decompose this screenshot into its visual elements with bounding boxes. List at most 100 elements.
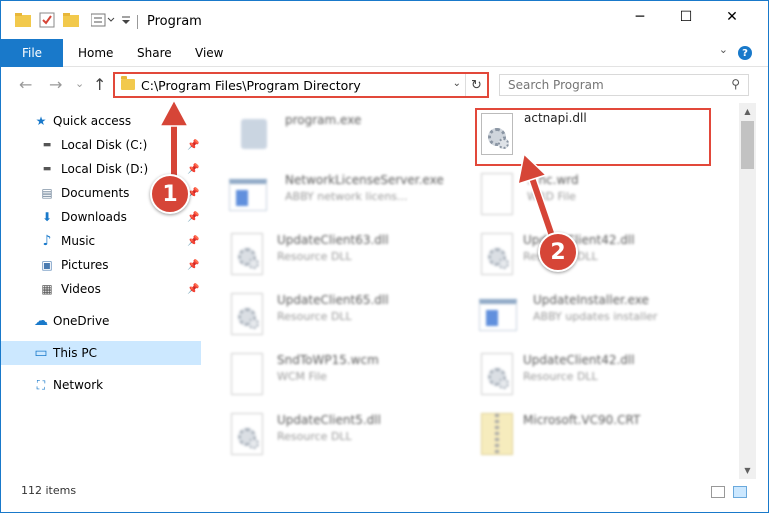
file-type: WRD File [527, 190, 576, 203]
tab-view[interactable]: View [195, 39, 223, 67]
search-input[interactable] [508, 77, 708, 93]
pin-icon: 📌 [187, 211, 200, 223]
folder-icon [121, 76, 135, 90]
callout-1: 1 [150, 174, 190, 214]
navigation-pane: ★ Quick access ▬ Local Disk (C:) 📌 ▬ Loc… [1, 103, 207, 479]
sidebar-item-label: This PC [53, 346, 97, 360]
file-item[interactable]: UpdateClient42.dll Resource DLL [477, 229, 717, 285]
window-title: Program [147, 14, 202, 29]
search-icon[interactable]: ⚲ [731, 77, 740, 91]
properties-icon[interactable] [39, 11, 55, 29]
file-icon [227, 353, 267, 397]
up-button[interactable]: ↑ [93, 75, 106, 94]
maximize-button[interactable]: ☐ [663, 1, 709, 33]
address-bar[interactable]: C:\Program Files\Program Directory ⌄ ↻ [113, 72, 489, 98]
file-item[interactable]: SndToWP15.wcm WCM File [227, 349, 467, 405]
exe-file-icon [233, 113, 273, 157]
file-name: UpdateClient63.dll [277, 233, 389, 247]
file-item[interactable]: ...nc.wrd WRD File [477, 169, 717, 225]
file-item[interactable]: UpdateClient65.dll Resource DLL [227, 289, 467, 345]
vertical-scrollbar[interactable]: ▲ ▼ [739, 103, 756, 479]
documents-icon: ▤ [41, 186, 53, 200]
dll-file-icon [227, 293, 267, 337]
dll-file-icon [227, 233, 267, 277]
sidebar-item-onedrive[interactable]: ☁ OneDrive [1, 309, 201, 333]
file-name: Microsoft.VC90.CRT [523, 413, 641, 427]
application-icon [227, 173, 267, 217]
scroll-down-icon[interactable]: ▼ [739, 462, 756, 479]
file-type: WCM File [277, 370, 327, 383]
collapse-ribbon-icon[interactable]: ⌄ [719, 43, 728, 56]
sidebar-item-quick-access[interactable]: ★ Quick access [1, 109, 201, 133]
file-highlight-box [475, 108, 711, 166]
pin-icon: 📌 [187, 259, 200, 271]
file-name: UpdateClient65.dll [277, 293, 389, 307]
search-box[interactable]: ⚲ [499, 74, 749, 96]
videos-icon: ▦ [41, 282, 53, 296]
file-item[interactable]: program.exe [233, 109, 473, 165]
file-name: UpdateClient5.dll [277, 413, 381, 427]
sidebar-item-label: Music [61, 234, 96, 248]
star-icon: ★ [35, 114, 47, 128]
sidebar-item-pictures[interactable]: ▣ Pictures 📌 [1, 253, 201, 277]
close-button[interactable]: ✕ [709, 1, 755, 33]
file-item[interactable]: UpdateClient63.dll Resource DLL [227, 229, 467, 285]
dll-file-icon [477, 233, 517, 277]
file-name: NetworkLicenseServer.exe [285, 173, 444, 187]
file-name: ...nc.wrd [527, 173, 579, 187]
forward-button[interactable]: → [49, 75, 62, 94]
file-type: Resource DLL [277, 310, 352, 323]
scroll-up-icon[interactable]: ▲ [739, 103, 756, 120]
file-item[interactable]: Microsoft.VC90.CRT [477, 409, 717, 465]
tab-file[interactable]: File [1, 39, 63, 67]
minimize-button[interactable]: ─ [617, 1, 663, 33]
sidebar-item-label: Quick access [53, 114, 132, 128]
status-bar: 112 items [1, 479, 768, 512]
title-bar: Program ─ ☐ ✕ [1, 1, 768, 39]
file-name: SndToWP15.wcm [277, 353, 379, 367]
sidebar-item-videos[interactable]: ▦ Videos 📌 [1, 277, 201, 301]
folder-zip-icon [477, 413, 517, 457]
file-name: program.exe [285, 113, 362, 127]
callout-2: 2 [538, 232, 578, 272]
computer-icon: ▭ [34, 345, 48, 361]
file-item[interactable]: UpdateClient5.dll Resource DLL [227, 409, 467, 465]
tab-home[interactable]: Home [78, 39, 113, 67]
view-options-icon[interactable] [91, 11, 117, 29]
details-view-icon[interactable] [711, 486, 725, 498]
sidebar-item-label: OneDrive [53, 314, 110, 328]
downloads-icon: ⬇ [41, 210, 53, 224]
back-button[interactable]: ← [19, 75, 32, 94]
customize-toolbar-icon[interactable] [121, 11, 131, 29]
scroll-thumb[interactable] [741, 121, 754, 169]
pin-icon: 📌 [187, 139, 200, 151]
cloud-icon: ☁ [34, 313, 48, 329]
sidebar-item-this-pc[interactable]: ▭ This PC [1, 341, 201, 365]
folder-icon [15, 11, 31, 29]
sidebar-item-network[interactable]: ⛶ Network [1, 373, 201, 397]
sidebar-item-local-disk-c[interactable]: ▬ Local Disk (C:) 📌 [1, 133, 201, 157]
file-name: UpdateClient42.dll [523, 353, 635, 367]
help-icon[interactable]: ? [738, 46, 752, 60]
chevron-down-icon[interactable]: ⌄ [453, 78, 461, 89]
address-path[interactable]: C:\Program Files\Program Directory [141, 78, 361, 93]
sidebar-item-label: Network [53, 378, 104, 392]
refresh-button[interactable]: ↻ [465, 74, 487, 96]
large-icons-view-icon[interactable] [733, 486, 747, 498]
item-count: 112 items [21, 484, 77, 497]
pictures-icon: ▣ [41, 258, 53, 272]
file-type: Resource DLL [277, 430, 352, 443]
sidebar-item-label: Videos [61, 282, 101, 296]
dll-file-icon [227, 413, 267, 457]
tab-share[interactable]: Share [137, 39, 172, 67]
file-name: UpdateInstaller.exe [533, 293, 649, 307]
file-type: ABBY updates installer [533, 310, 658, 323]
file-item[interactable]: NetworkLicenseServer.exe ABBY network li… [227, 169, 467, 225]
recent-locations-button[interactable]: ⌄ [75, 77, 84, 90]
navigation-bar: ← → ⌄ ↑ C:\Program Files\Program Directo… [1, 67, 768, 103]
application-icon [477, 293, 517, 337]
sidebar-item-music[interactable]: ♪ Music 📌 [1, 229, 201, 253]
file-item[interactable]: UpdateClient42.dll Resource DLL [477, 349, 717, 405]
file-item[interactable]: UpdateInstaller.exe ABBY updates install… [477, 289, 717, 345]
new-folder-icon[interactable] [63, 11, 79, 29]
